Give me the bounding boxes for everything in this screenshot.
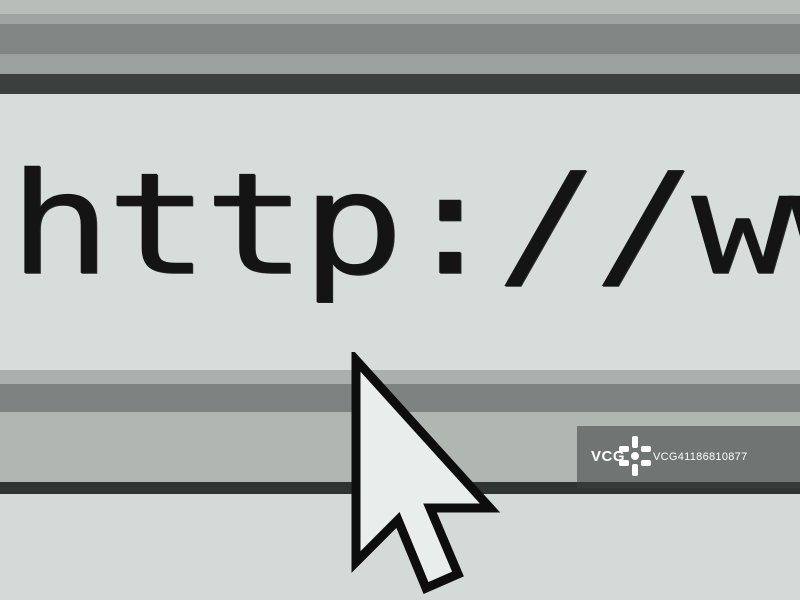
title-bar-edge xyxy=(0,0,800,14)
address-bar-input[interactable]: http://www xyxy=(0,94,800,370)
arrow-pointer-icon xyxy=(351,352,501,594)
vcg-logo-mark xyxy=(619,436,651,476)
watermark-id: VCG41186810877 xyxy=(653,451,748,463)
toolbar-strip xyxy=(0,24,800,54)
toolbar-highlight xyxy=(0,54,800,74)
browser-screen: http://www VCG VCG41186810877 xyxy=(0,0,800,600)
title-bar-strip xyxy=(0,14,800,24)
vcg-logo-icon: VCG xyxy=(577,426,651,488)
address-bar-url-text: http://www xyxy=(8,141,800,307)
watermark: VCG VCG41186810877 xyxy=(577,426,800,488)
address-bar-top-border xyxy=(0,74,800,94)
